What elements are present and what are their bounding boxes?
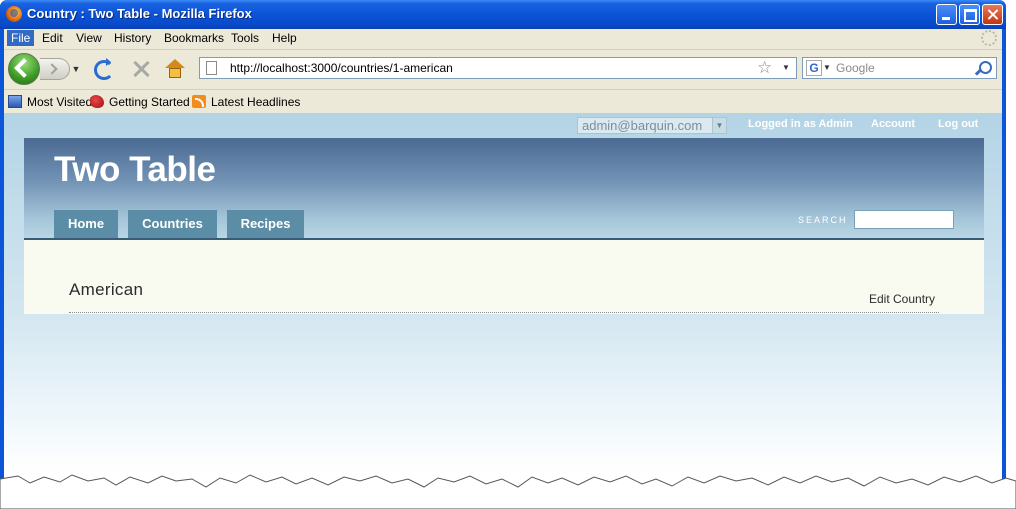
menu-file[interactable]: File <box>7 30 35 46</box>
bookmark-label: Latest Headlines <box>211 95 301 109</box>
menu-view[interactable]: View <box>72 30 106 46</box>
rss-feed-icon <box>192 95 206 108</box>
logout-link[interactable]: Log out <box>938 118 978 130</box>
url-text[interactable]: http://localhost:3000/countries/1-americ… <box>230 61 453 75</box>
browser-chrome: File Edit View History Bookmarks Tools H… <box>4 29 1002 113</box>
bookmark-most-visited[interactable]: Most Visited <box>8 95 92 109</box>
bookmarks-toolbar: Most Visited Getting Started Latest Head… <box>4 89 1002 114</box>
url-dropdown-button[interactable]: ▼ <box>782 58 790 78</box>
page-title: American <box>69 280 144 299</box>
menu-history[interactable]: History <box>110 30 155 46</box>
logged-in-text: Logged in as Admin <box>748 118 853 130</box>
close-button[interactable] <box>982 4 1003 25</box>
firefox-icon <box>6 6 22 22</box>
bookmark-label: Getting Started <box>109 95 190 109</box>
forward-button[interactable] <box>40 58 70 80</box>
history-dropdown-button[interactable]: ▼ <box>70 59 82 79</box>
bookmark-latest-headlines[interactable]: Latest Headlines <box>192 95 300 109</box>
window-title: Country : Two Table - Mozilla Firefox <box>27 6 252 21</box>
back-button[interactable] <box>8 53 40 85</box>
bookmark-getting-started[interactable]: Getting Started <box>90 95 190 109</box>
url-bar[interactable]: http://localhost:3000/countries/1-americ… <box>199 57 797 79</box>
stop-icon[interactable] <box>130 58 152 80</box>
menu-help[interactable]: Help <box>268 30 301 46</box>
nav-tab-home[interactable]: Home <box>54 210 118 238</box>
search-bar[interactable]: G ▼ Google <box>802 57 997 79</box>
search-input[interactable]: Google <box>836 61 875 75</box>
maximize-button[interactable] <box>959 4 980 25</box>
user-bar: admin@barquin.com ▼ Logged in as Admin A… <box>4 113 1002 137</box>
content-divider <box>69 312 939 313</box>
back-arrow-icon <box>14 58 34 78</box>
torn-paper-edge <box>0 474 1016 509</box>
edit-country-link[interactable]: Edit Country <box>869 292 935 306</box>
nav-tab-recipes[interactable]: Recipes <box>227 210 304 238</box>
minimize-button[interactable] <box>936 4 957 25</box>
selected-user: admin@barquin.com <box>582 118 703 133</box>
menu-bar: File Edit View History Bookmarks Tools H… <box>4 29 1002 48</box>
reload-icon[interactable] <box>94 58 114 80</box>
page-viewport: admin@barquin.com ▼ Logged in as Admin A… <box>4 113 1002 505</box>
chevron-down-icon[interactable]: ▼ <box>712 118 726 133</box>
bookmark-star-icon[interactable]: ☆ <box>757 58 772 78</box>
nav-tab-countries[interactable]: Countries <box>128 210 217 238</box>
browser-window: Country : Two Table - Mozilla Firefox Fi… <box>0 0 1006 505</box>
navigation-toolbar: ▼ http://localhost:3000/countries/1-amer… <box>4 49 1002 88</box>
user-select[interactable]: admin@barquin.com ▼ <box>577 117 727 134</box>
title-bar[interactable]: Country : Two Table - Mozilla Firefox <box>0 0 1006 29</box>
google-icon[interactable]: G <box>806 60 822 76</box>
site-title[interactable]: Two Table <box>54 150 216 190</box>
bookmark-label: Most Visited <box>27 95 93 109</box>
content-area: American Edit Country <box>24 240 984 314</box>
site-container: Two Table Home Countries Recipes SEARCH … <box>24 138 984 314</box>
engine-dropdown-button[interactable]: ▼ <box>823 58 831 78</box>
home-icon[interactable] <box>164 59 186 79</box>
menu-tools[interactable]: Tools <box>227 30 263 46</box>
throbber-icon <box>981 30 997 46</box>
search-icon[interactable] <box>979 61 992 74</box>
search-label: SEARCH <box>798 215 848 225</box>
menu-edit[interactable]: Edit <box>38 30 67 46</box>
forward-arrow-icon <box>46 63 58 75</box>
getting-started-icon <box>90 95 104 108</box>
site-search-input[interactable] <box>854 210 954 229</box>
most-visited-icon <box>8 95 22 108</box>
account-link[interactable]: Account <box>871 118 915 130</box>
page-icon <box>206 61 217 75</box>
menu-bookmarks[interactable]: Bookmarks <box>160 30 228 46</box>
site-header: Two Table Home Countries Recipes SEARCH <box>24 138 984 240</box>
